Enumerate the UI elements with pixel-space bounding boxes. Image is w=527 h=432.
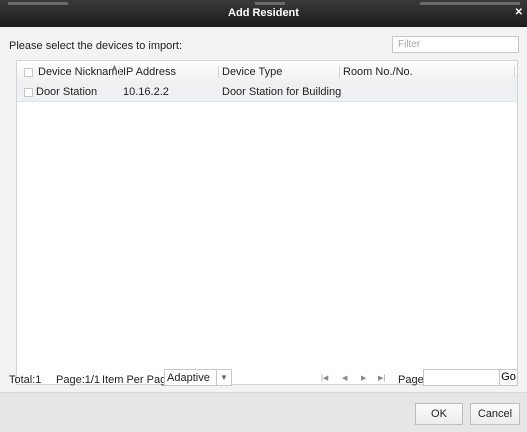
first-page-icon[interactable]: |◀	[321, 374, 328, 382]
table-row[interactable]: Door Station 10.16.2.2 Door Station for …	[17, 83, 517, 102]
devices-table: Device Nickname ▲ IP Address Device Type…	[16, 60, 518, 385]
items-per-page-select[interactable]: Adaptive ▼	[164, 369, 232, 386]
column-divider[interactable]	[119, 66, 120, 78]
filter-input[interactable]	[392, 36, 519, 53]
dialog-titlebar: Add Resident ✕	[0, 0, 527, 27]
select-all-checkbox[interactable]	[24, 68, 33, 77]
column-header-room-no[interactable]: Room No./No.	[343, 66, 413, 78]
titlebar-decoration	[8, 2, 68, 5]
items-per-page-value: Adaptive	[167, 372, 210, 384]
total-count: Total:1	[9, 374, 42, 386]
dialog-body: Please select the devices to import: Dev…	[0, 27, 527, 392]
dialog-button-bar: OK Cancel	[0, 392, 527, 432]
pagination-bar: Total:1 Page:1/1 Item Per Page: Adaptive…	[0, 368, 527, 392]
page-indicator: Page:1/1	[56, 374, 101, 386]
column-header-device-type[interactable]: Device Type	[222, 66, 282, 78]
cancel-button[interactable]: Cancel	[470, 403, 520, 425]
sort-icon: ▲	[111, 64, 118, 71]
titlebar-decoration	[420, 2, 520, 5]
dialog-title: Add Resident	[228, 7, 299, 19]
cell-device-nickname: Door Station	[36, 86, 98, 98]
next-page-icon[interactable]: ▶	[361, 374, 366, 382]
select-devices-prompt: Please select the devices to import:	[9, 40, 183, 52]
titlebar-decoration	[255, 2, 285, 5]
table-header: Device Nickname ▲ IP Address Device Type…	[17, 61, 517, 84]
go-button[interactable]: Go	[499, 369, 518, 386]
last-page-icon[interactable]: ▶|	[378, 374, 385, 382]
prev-page-icon[interactable]: ◀	[342, 374, 347, 382]
column-divider[interactable]	[514, 66, 515, 78]
column-header-ip-address[interactable]: IP Address	[123, 66, 176, 78]
close-icon[interactable]: ✕	[515, 7, 523, 18]
row-checkbox[interactable]	[24, 88, 33, 97]
ok-button[interactable]: OK	[415, 403, 463, 425]
chevron-down-icon[interactable]: ▼	[216, 370, 231, 385]
page-label: Page	[398, 374, 424, 386]
cell-device-type: Door Station for Building	[222, 86, 342, 98]
cell-ip-address: 10.16.2.2	[123, 86, 169, 98]
page-number-input[interactable]	[423, 369, 500, 386]
column-divider[interactable]	[339, 66, 340, 78]
column-divider[interactable]	[218, 66, 219, 78]
